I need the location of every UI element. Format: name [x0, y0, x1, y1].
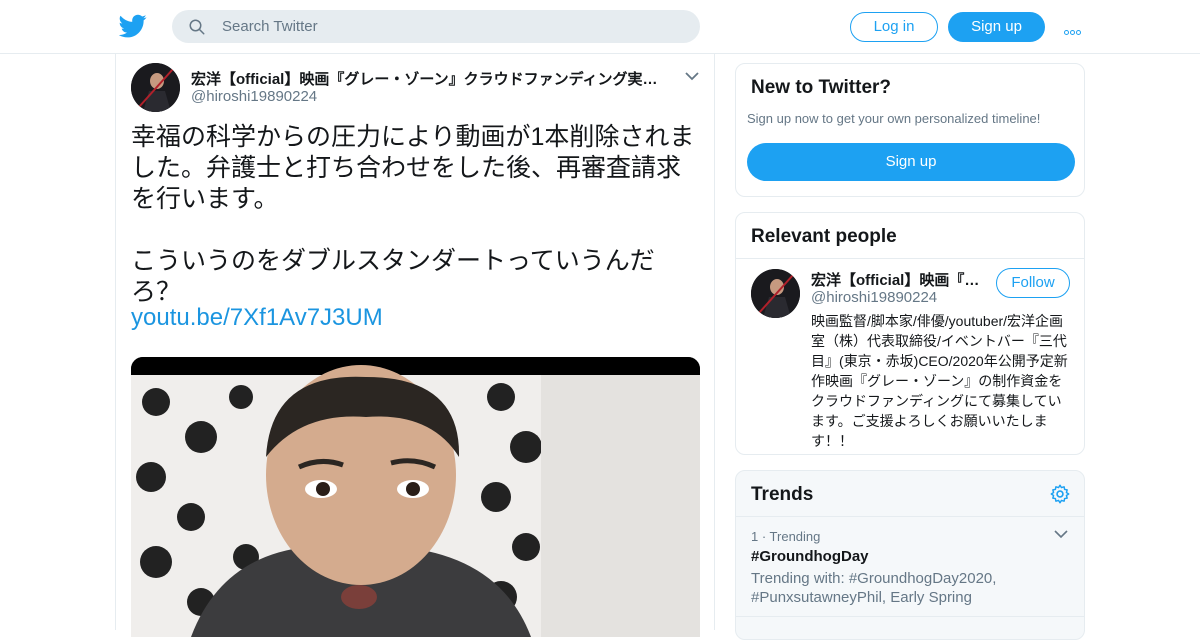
top-navigation-bar: Log in Sign up: [0, 0, 1200, 54]
signup-button[interactable]: Sign up: [948, 12, 1045, 42]
gear-icon[interactable]: [1049, 483, 1071, 505]
login-button[interactable]: Log in: [850, 12, 938, 42]
tweet-text: 幸福の科学からの圧力により動画が1本削除されました。弁護士と打ち合わせをした後、…: [131, 123, 695, 306]
search-box[interactable]: [172, 10, 700, 43]
relevant-people-title: Relevant people: [751, 226, 897, 247]
relevant-people-card: Relevant people 宏洋【official】映画『グレー・ゾーン』 …: [735, 212, 1085, 455]
trends-card: Trends 1 · Trending #GroundhogDay Trendi…: [735, 470, 1085, 640]
trend-hashtag[interactable]: #GroundhogDay: [751, 548, 869, 565]
trends-title: Trends: [751, 484, 814, 505]
video-thumbnail-image: [131, 357, 700, 637]
tweet-author-name[interactable]: 宏洋【official】映画『グレー・ゾーン』クラウドファンディング実施中: [191, 68, 671, 89]
new-to-twitter-card: New to Twitter? Sign up now to get your …: [735, 63, 1085, 197]
relevant-person-bio: 映画監督/脚本家/俳優/youtuber/宏洋企画室（株）代表取締役/イベントバ…: [811, 313, 1068, 449]
avatar[interactable]: [751, 269, 800, 318]
trend-related: Trending with: #GroundhogDay2020, #Punxs…: [751, 570, 997, 606]
tweet-author-handle[interactable]: @hiroshi19890224: [191, 88, 317, 105]
avatar-image: [131, 63, 180, 112]
trend-rank-label: 1 · Trending: [751, 529, 821, 544]
more-dots-icon[interactable]: [1064, 22, 1086, 35]
search-icon: [189, 19, 205, 35]
tweet-column: 宏洋【official】映画『グレー・ゾーン』クラウドファンディング実施中 @h…: [115, 54, 715, 637]
relevant-person-handle[interactable]: @hiroshi19890224: [811, 289, 937, 306]
divider: [736, 616, 1084, 617]
avatar[interactable]: [131, 63, 180, 112]
tweet-link[interactable]: youtu.be/7Xf1Av7J3UM: [131, 304, 383, 332]
divider: [736, 516, 1084, 517]
chevron-down-icon[interactable]: [1054, 529, 1068, 539]
chevron-down-icon[interactable]: [684, 70, 700, 82]
tweet-media-video-thumbnail[interactable]: [131, 357, 700, 637]
follow-button[interactable]: Follow: [996, 268, 1070, 298]
avatar-image: [751, 269, 800, 318]
new-to-twitter-title: New to Twitter?: [751, 77, 892, 98]
relevant-person-name[interactable]: 宏洋【official】映画『グレー・ゾーン』: [811, 269, 991, 290]
twitter-bird-icon[interactable]: [119, 12, 147, 40]
signup-card-button[interactable]: Sign up: [747, 143, 1075, 181]
divider: [736, 258, 1084, 259]
new-to-twitter-subtitle: Sign up now to get your own personalized…: [747, 111, 1041, 126]
search-input[interactable]: [222, 10, 682, 43]
